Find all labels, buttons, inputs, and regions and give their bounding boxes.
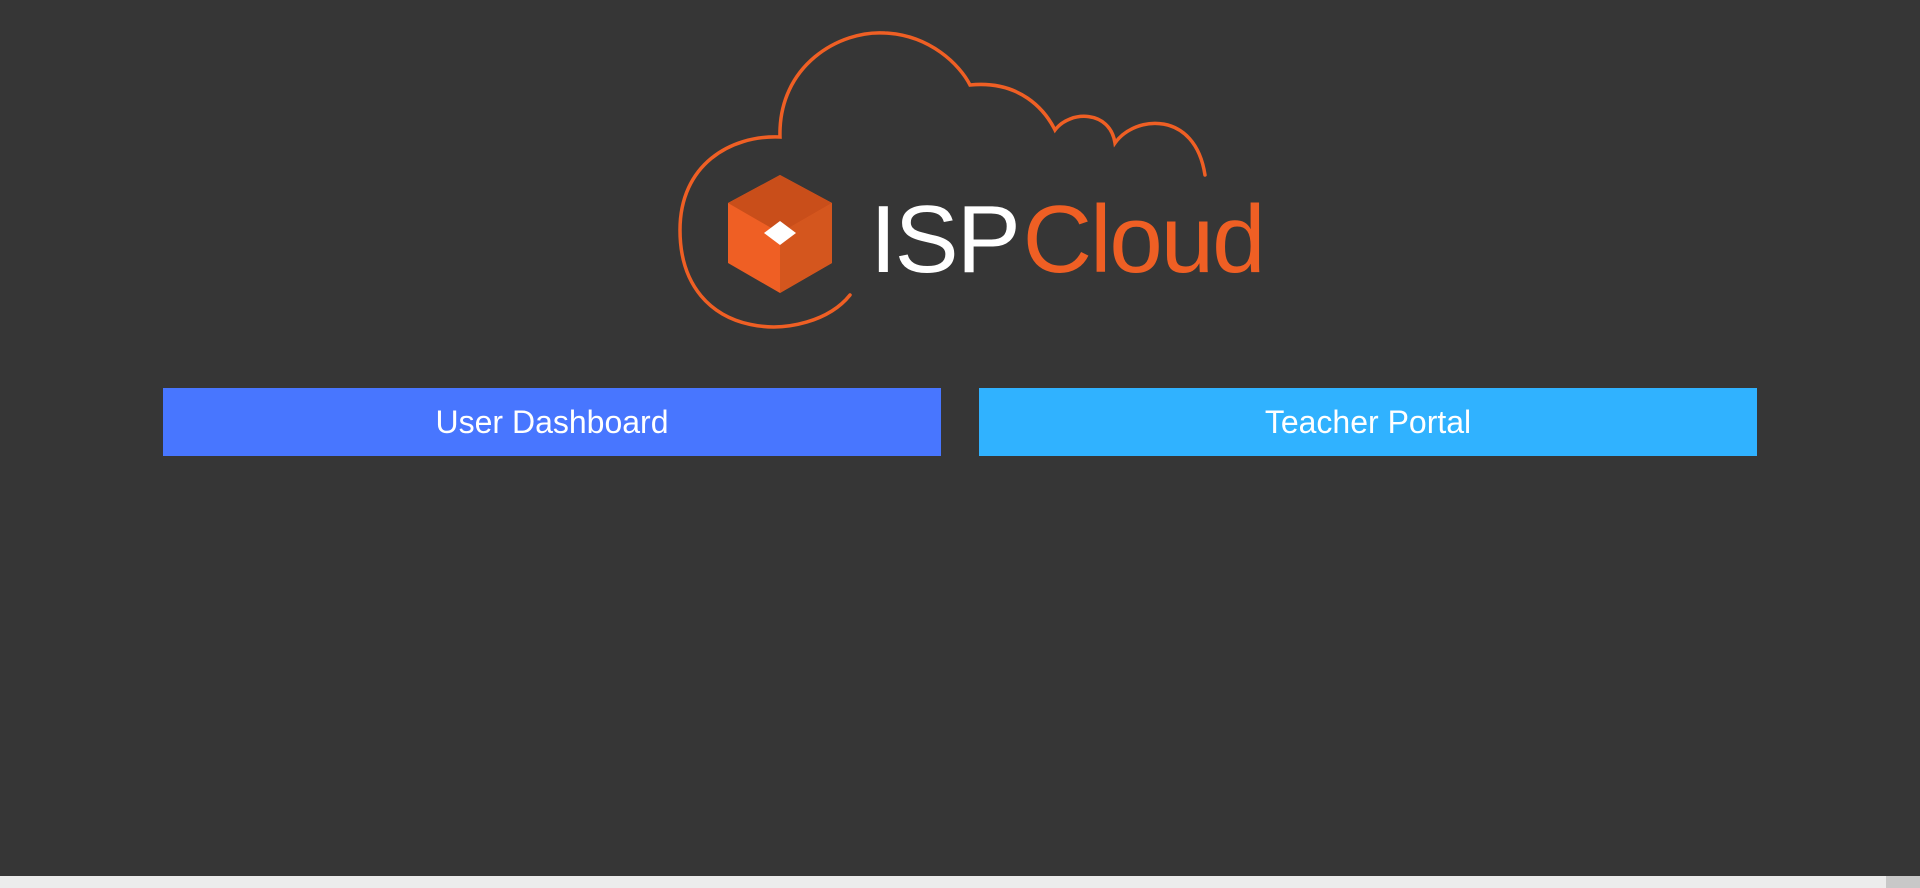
cube-icon <box>728 175 832 293</box>
logo-text-isp: ISP <box>870 186 1021 293</box>
teacher-portal-button[interactable]: Teacher Portal <box>979 388 1757 456</box>
user-dashboard-button[interactable]: User Dashboard <box>163 388 941 456</box>
isp-cloud-logo: ISPCloud <box>670 25 1266 345</box>
user-dashboard-label: User Dashboard <box>435 403 669 440</box>
logo-wordmark: ISPCloud <box>870 185 1266 295</box>
teacher-portal-label: Teacher Portal <box>1264 403 1472 440</box>
horizontal-scrollbar[interactable] <box>0 876 1886 888</box>
landing-page: ISPCloud User Dashboard Teacher Portal <box>0 0 1920 888</box>
scrollbar-corner <box>1886 876 1920 888</box>
logo-text-cloud: Cloud <box>1022 186 1266 293</box>
